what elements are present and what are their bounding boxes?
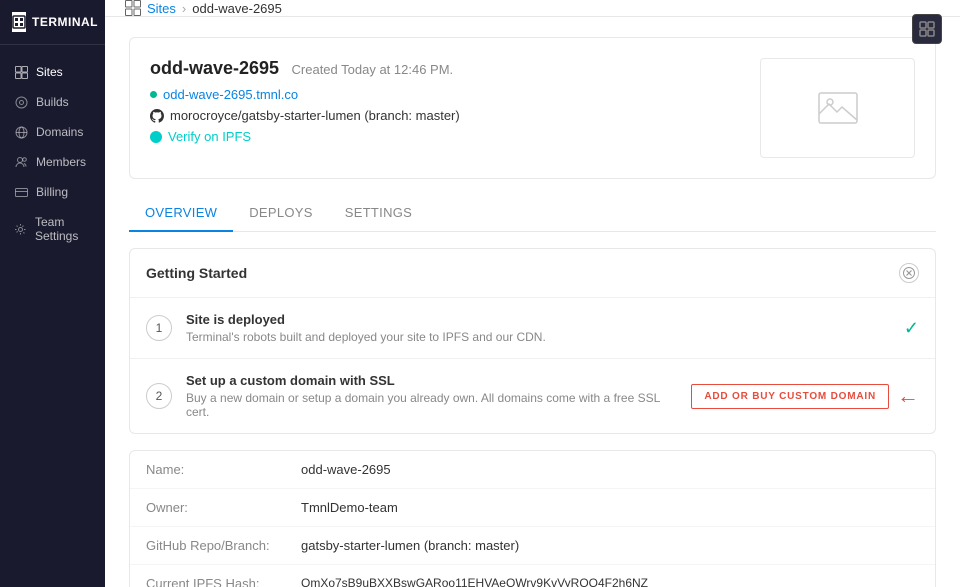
content-area: odd-wave-2695 Created Today at 12:46 PM.…: [105, 17, 960, 587]
info-row-owner: Owner: TmnlDemo-team: [130, 489, 935, 527]
site-url-row: odd-wave-2695.tmnl.co: [150, 87, 460, 102]
sidebar-label-domains: Domains: [36, 125, 83, 139]
close-button[interactable]: [899, 263, 919, 283]
step-1-number: 1: [146, 315, 172, 341]
tab-settings[interactable]: SETTINGS: [329, 195, 428, 232]
step-1-desc: Terminal's robots built and deployed you…: [186, 330, 890, 344]
members-icon: [14, 155, 28, 169]
step-1-title: Site is deployed: [186, 312, 890, 327]
topbar: Sites › odd-wave-2695: [105, 0, 960, 17]
site-preview-box: [760, 58, 915, 158]
step-1-content: Site is deployed Terminal's robots built…: [186, 312, 890, 344]
sidebar-item-builds[interactable]: Builds: [0, 87, 105, 117]
info-label-github: GitHub Repo/Branch:: [146, 538, 301, 553]
info-value-github: gatsby-starter-lumen (branch: master): [301, 538, 519, 553]
step-2: 2 Set up a custom domain with SSL Buy a …: [130, 359, 935, 433]
site-url-link[interactable]: odd-wave-2695.tmnl.co: [163, 87, 298, 102]
image-placeholder-icon: [818, 92, 858, 124]
sidebar-item-members[interactable]: Members: [0, 147, 105, 177]
site-header-card: odd-wave-2695 Created Today at 12:46 PM.…: [129, 37, 936, 179]
sidebar-label-sites: Sites: [36, 65, 63, 79]
sidebar: TERMINAL Beta Sites Builds: [0, 0, 105, 587]
step-2-number: 2: [146, 383, 172, 409]
info-label-ipfs: Current IPFS Hash:: [146, 576, 301, 587]
status-dot-green: [150, 91, 157, 98]
tabs-bar: OVERVIEW DEPLOYS SETTINGS: [129, 195, 936, 232]
sidebar-item-sites[interactable]: Sites: [0, 57, 105, 87]
tab-overview[interactable]: OVERVIEW: [129, 195, 233, 232]
getting-started-card: Getting Started 1 Site is deployed Termi…: [129, 248, 936, 434]
site-name: odd-wave-2695: [150, 58, 279, 78]
step-2-action: ADD OR BUY CUSTOM DOMAIN ←: [691, 383, 919, 409]
close-icon: [903, 267, 915, 279]
breadcrumb: Sites › odd-wave-2695: [125, 0, 282, 16]
step-2-content: Set up a custom domain with SSL Buy a ne…: [186, 373, 677, 419]
info-label-name: Name:: [146, 462, 301, 477]
info-value-name: odd-wave-2695: [301, 462, 391, 477]
info-value-ipfs: QmXo7sB9uBXXBswGARoo11EHVAeQWrv9KvVyRQQ4…: [301, 576, 648, 587]
sidebar-nav: Sites Builds Domains: [0, 45, 105, 587]
github-row: morocroyce/gatsby-starter-lumen (branch:…: [150, 108, 460, 123]
getting-started-header: Getting Started: [130, 249, 935, 298]
site-created: Created Today at 12:46 PM.: [292, 62, 454, 77]
grid-app-icon[interactable]: [912, 14, 942, 44]
breadcrumb-parent[interactable]: Sites: [147, 1, 176, 16]
ipfs-row: Verify on IPFS: [150, 129, 460, 144]
breadcrumb-current: odd-wave-2695: [192, 1, 282, 16]
sidebar-item-billing[interactable]: Billing: [0, 177, 105, 207]
step-1-checkmark: ✓: [904, 318, 919, 339]
sites-icon: [14, 65, 28, 79]
sidebar-item-domains[interactable]: Domains: [0, 117, 105, 147]
arrow-icon: ←: [897, 383, 919, 409]
sidebar-label-team-settings: Team Settings: [35, 215, 91, 243]
ipfs-dot: [150, 131, 162, 143]
sidebar-header: TERMINAL Beta: [0, 0, 105, 45]
sidebar-label-billing: Billing: [36, 185, 68, 199]
domains-icon: [14, 125, 28, 139]
info-row-name: Name: odd-wave-2695: [130, 451, 935, 489]
sites-breadcrumb-icon: [125, 0, 141, 16]
info-card: Name: odd-wave-2695 Owner: TmnlDemo-team…: [129, 450, 936, 587]
main-content: Sites › odd-wave-2695 odd-wave-2695 Crea…: [105, 0, 960, 587]
team-settings-icon: [14, 222, 27, 236]
github-link[interactable]: morocroyce/gatsby-starter-lumen (branch:…: [170, 108, 460, 123]
app-title: TERMINAL: [32, 15, 98, 29]
billing-icon: [14, 185, 28, 199]
sidebar-item-team-settings[interactable]: Team Settings: [0, 207, 105, 251]
info-row-ipfs: Current IPFS Hash: QmXo7sB9uBXXBswGARoo1…: [130, 565, 935, 587]
step-2-title: Set up a custom domain with SSL: [186, 373, 677, 388]
tab-deploys[interactable]: DEPLOYS: [233, 195, 329, 232]
breadcrumb-separator: ›: [182, 1, 186, 16]
getting-started-title: Getting Started: [146, 265, 247, 281]
step-1: 1 Site is deployed Terminal's robots bui…: [130, 298, 935, 359]
builds-icon: [14, 95, 28, 109]
github-icon: [150, 109, 164, 123]
info-row-github: GitHub Repo/Branch: gatsby-starter-lumen…: [130, 527, 935, 565]
sidebar-label-members: Members: [36, 155, 86, 169]
verify-ipfs-link[interactable]: Verify on IPFS: [168, 129, 251, 144]
sidebar-label-builds: Builds: [36, 95, 69, 109]
info-label-owner: Owner:: [146, 500, 301, 515]
info-value-owner: TmnlDemo-team: [301, 500, 398, 515]
add-domain-button[interactable]: ADD OR BUY CUSTOM DOMAIN: [691, 384, 889, 409]
step-2-desc: Buy a new domain or setup a domain you a…: [186, 391, 677, 419]
terminal-logo: [12, 12, 26, 32]
site-info: odd-wave-2695 Created Today at 12:46 PM.…: [150, 58, 460, 144]
